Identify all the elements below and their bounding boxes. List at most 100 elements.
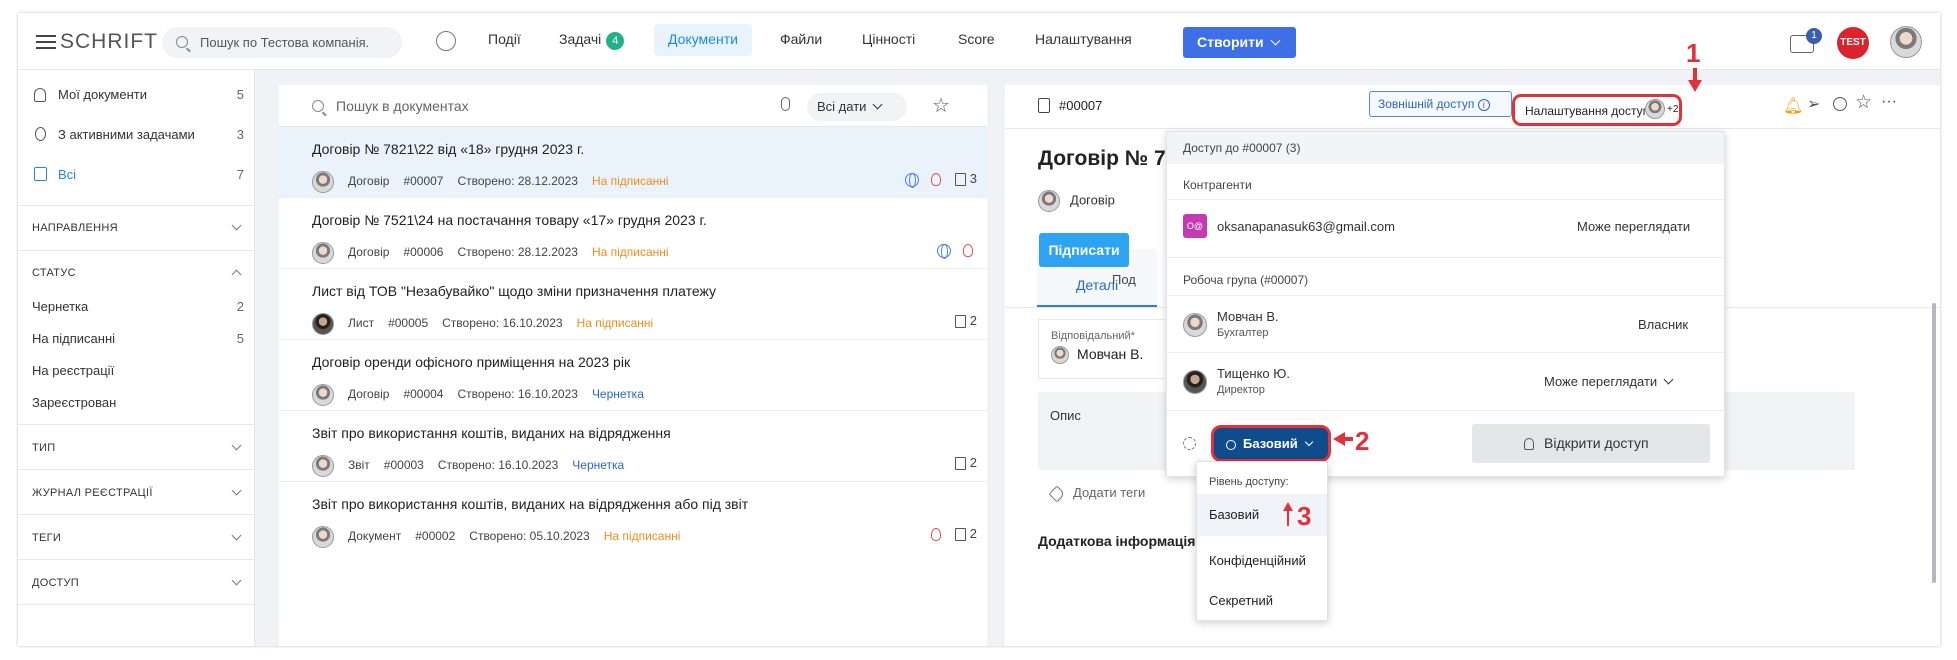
tasks-count-badge: 4 — [606, 32, 625, 50]
row-indicators: 3 — [904, 171, 977, 188]
member-row: Мовчан В. Бухгалтер Власник — [1167, 307, 1724, 345]
alarm-icon[interactable] — [1833, 97, 1847, 111]
filter-label: ЖУРНАЛ РЕЄСТРАЦІЇ — [32, 487, 153, 499]
filter-direction[interactable]: НАПРАВЛЕННЯ — [32, 220, 244, 234]
document-type: Договір — [348, 174, 390, 189]
document-title[interactable]: Договір № 7521\24 на постачання товару «… — [312, 212, 707, 228]
table-row[interactable]: Договір оренди офісного приміщення на 20… — [279, 340, 987, 411]
document-title[interactable]: Договір № 7821\22 від «18» грудня 2023 г… — [312, 141, 584, 157]
sidebar-item-my-documents[interactable]: Мої документи 5 — [32, 87, 244, 107]
menu-icon[interactable] — [36, 35, 56, 49]
document-number: #00004 — [403, 387, 444, 402]
create-button[interactable]: Створити — [1183, 27, 1296, 58]
sidebar-item-all[interactable]: Всі 7 — [32, 167, 244, 187]
document-title[interactable]: Звіт про використання коштів, виданих на… — [312, 425, 671, 441]
add-tags-button[interactable]: Додати теги — [1048, 485, 1145, 503]
access-level-button[interactable]: Базовий — [1211, 425, 1331, 462]
pages-icon — [954, 315, 966, 329]
responsible-field[interactable]: Відповідальний* Мовчан В. — [1038, 319, 1178, 379]
search-icon — [176, 36, 188, 48]
avatar — [312, 242, 334, 264]
nav-documents[interactable]: Документи — [654, 24, 752, 56]
open-access-button[interactable]: Відкрити доступ — [1472, 424, 1710, 463]
divider — [18, 424, 255, 425]
divider — [1167, 257, 1724, 258]
divider — [1167, 199, 1724, 200]
option-secret[interactable]: Секретний — [1197, 586, 1327, 616]
document-type: Документ — [348, 529, 402, 544]
nav-tasks-label: Задачі — [559, 31, 602, 47]
document-type: Договір — [348, 245, 390, 260]
bell-icon[interactable]: 🔔︎ — [1783, 96, 1803, 116]
pages-icon — [954, 173, 966, 187]
nav-settings[interactable]: Налаштування — [1035, 31, 1132, 47]
nav-files[interactable]: Файли — [780, 31, 822, 47]
ai-assistant-icon[interactable] — [436, 31, 456, 51]
send-icon[interactable]: ➢ — [1807, 94, 1820, 114]
scrollbar[interactable] — [1932, 303, 1936, 583]
gear-icon[interactable] — [1183, 437, 1196, 450]
top-bar: SCHRIFT Пошук по Тестова компанія. Події… — [18, 13, 1940, 70]
bulb-icon — [930, 528, 941, 542]
filter-label: ТИП — [32, 442, 56, 454]
filter-status[interactable]: СТАТУС — [32, 267, 244, 280]
table-row[interactable]: Договір № 7521\24 на постачання товару «… — [279, 198, 987, 269]
filter-tags[interactable]: ТЕГИ — [32, 530, 244, 544]
date-filter-select[interactable]: Всі дати — [807, 93, 907, 121]
table-row[interactable]: Лист від ТОВ "Незабувайко" щодо зміни пр… — [279, 269, 987, 340]
sidebar-item-active-tasks[interactable]: З активними задачами 3 — [32, 127, 244, 147]
status-count: 2 — [236, 299, 244, 314]
table-row[interactable]: Звіт про використання коштів, виданих на… — [279, 411, 987, 482]
filter-type[interactable]: ТИП — [32, 440, 244, 454]
document-type: Звіт — [348, 458, 370, 473]
document-title[interactable]: Звіт про використання коштів, виданих на… — [312, 496, 748, 512]
more-icon[interactable]: ··· — [1881, 93, 1897, 111]
status-badge: На підписанні — [591, 245, 669, 260]
user-avatar[interactable] — [1890, 26, 1922, 58]
avatar — [312, 384, 334, 406]
filter-access[interactable]: ДОСТУП — [32, 575, 244, 589]
document-created: Створено: 16.10.2023 — [442, 316, 563, 331]
access-settings-button[interactable]: Налаштування доступу +2 — [1512, 94, 1682, 126]
member-permission-select[interactable]: Може переглядати — [1544, 374, 1674, 389]
document-created: Створено: 16.10.2023 — [457, 387, 578, 402]
document-title[interactable]: Лист від ТОВ "Незабувайко" щодо зміни пр… — [312, 283, 716, 299]
external-access-button[interactable]: Зовнішній доступ i — [1369, 91, 1512, 117]
status-registered[interactable]: Зареєстрован — [32, 395, 244, 415]
annotation-arrow-left — [1333, 432, 1353, 446]
table-row[interactable]: Звіт про використання коштів, виданих на… — [279, 482, 987, 553]
responsible-value: Мовчан В. — [1051, 346, 1143, 365]
status-draft[interactable]: Чернетка 2 — [32, 299, 244, 319]
star-icon[interactable]: ☆ — [1855, 91, 1872, 114]
document-search[interactable]: Пошук в документах Всі дати ☆ — [279, 85, 987, 127]
status-badge: На підписанні — [576, 316, 654, 331]
company-badge[interactable]: TEST — [1837, 27, 1869, 59]
date-filter-label: Всі дати — [817, 99, 867, 114]
filter-journal[interactable]: ЖУРНАЛ РЕЄСТРАЦІЇ — [32, 485, 244, 499]
search-icon — [312, 100, 324, 112]
access-more-count: +2 — [1667, 104, 1679, 115]
open-access-label: Відкрити доступ — [1544, 435, 1649, 451]
document-meta: Звіт #00003 Створено: 16.10.2023 Чернетка — [312, 455, 638, 477]
microphone-icon[interactable] — [781, 97, 790, 111]
document-title[interactable]: Договір оренди офісного приміщення на 20… — [312, 354, 630, 370]
option-confidential[interactable]: Конфіденційний — [1197, 546, 1327, 576]
nav-tasks[interactable]: Задачі 4 — [559, 31, 625, 50]
chevron-down-icon — [231, 530, 242, 541]
document-created: Створено: 16.10.2023 — [437, 458, 559, 473]
status-badge: На підписанні — [591, 174, 669, 189]
global-search-input[interactable]: Пошук по Тестова компанія. — [162, 27, 402, 58]
document-icon — [1038, 98, 1050, 113]
nav-values[interactable]: Цінності — [862, 31, 915, 47]
counterparty-permission[interactable]: Може переглядати — [1577, 219, 1690, 234]
pages-count: 2 — [969, 526, 977, 541]
table-row[interactable]: Договір № 7821\22 від «18» грудня 2023 г… — [279, 127, 987, 198]
nav-events[interactable]: Події — [488, 31, 521, 47]
nav-score[interactable]: Score — [958, 31, 995, 47]
status-registration[interactable]: На реєстрації — [32, 363, 244, 383]
status-badge: На підписанні — [603, 529, 681, 544]
avatar — [1645, 99, 1665, 119]
status-signing[interactable]: На підписанні 5 — [32, 331, 244, 351]
star-icon[interactable]: ☆ — [932, 93, 950, 118]
sign-button[interactable]: Підписати — [1039, 233, 1129, 267]
